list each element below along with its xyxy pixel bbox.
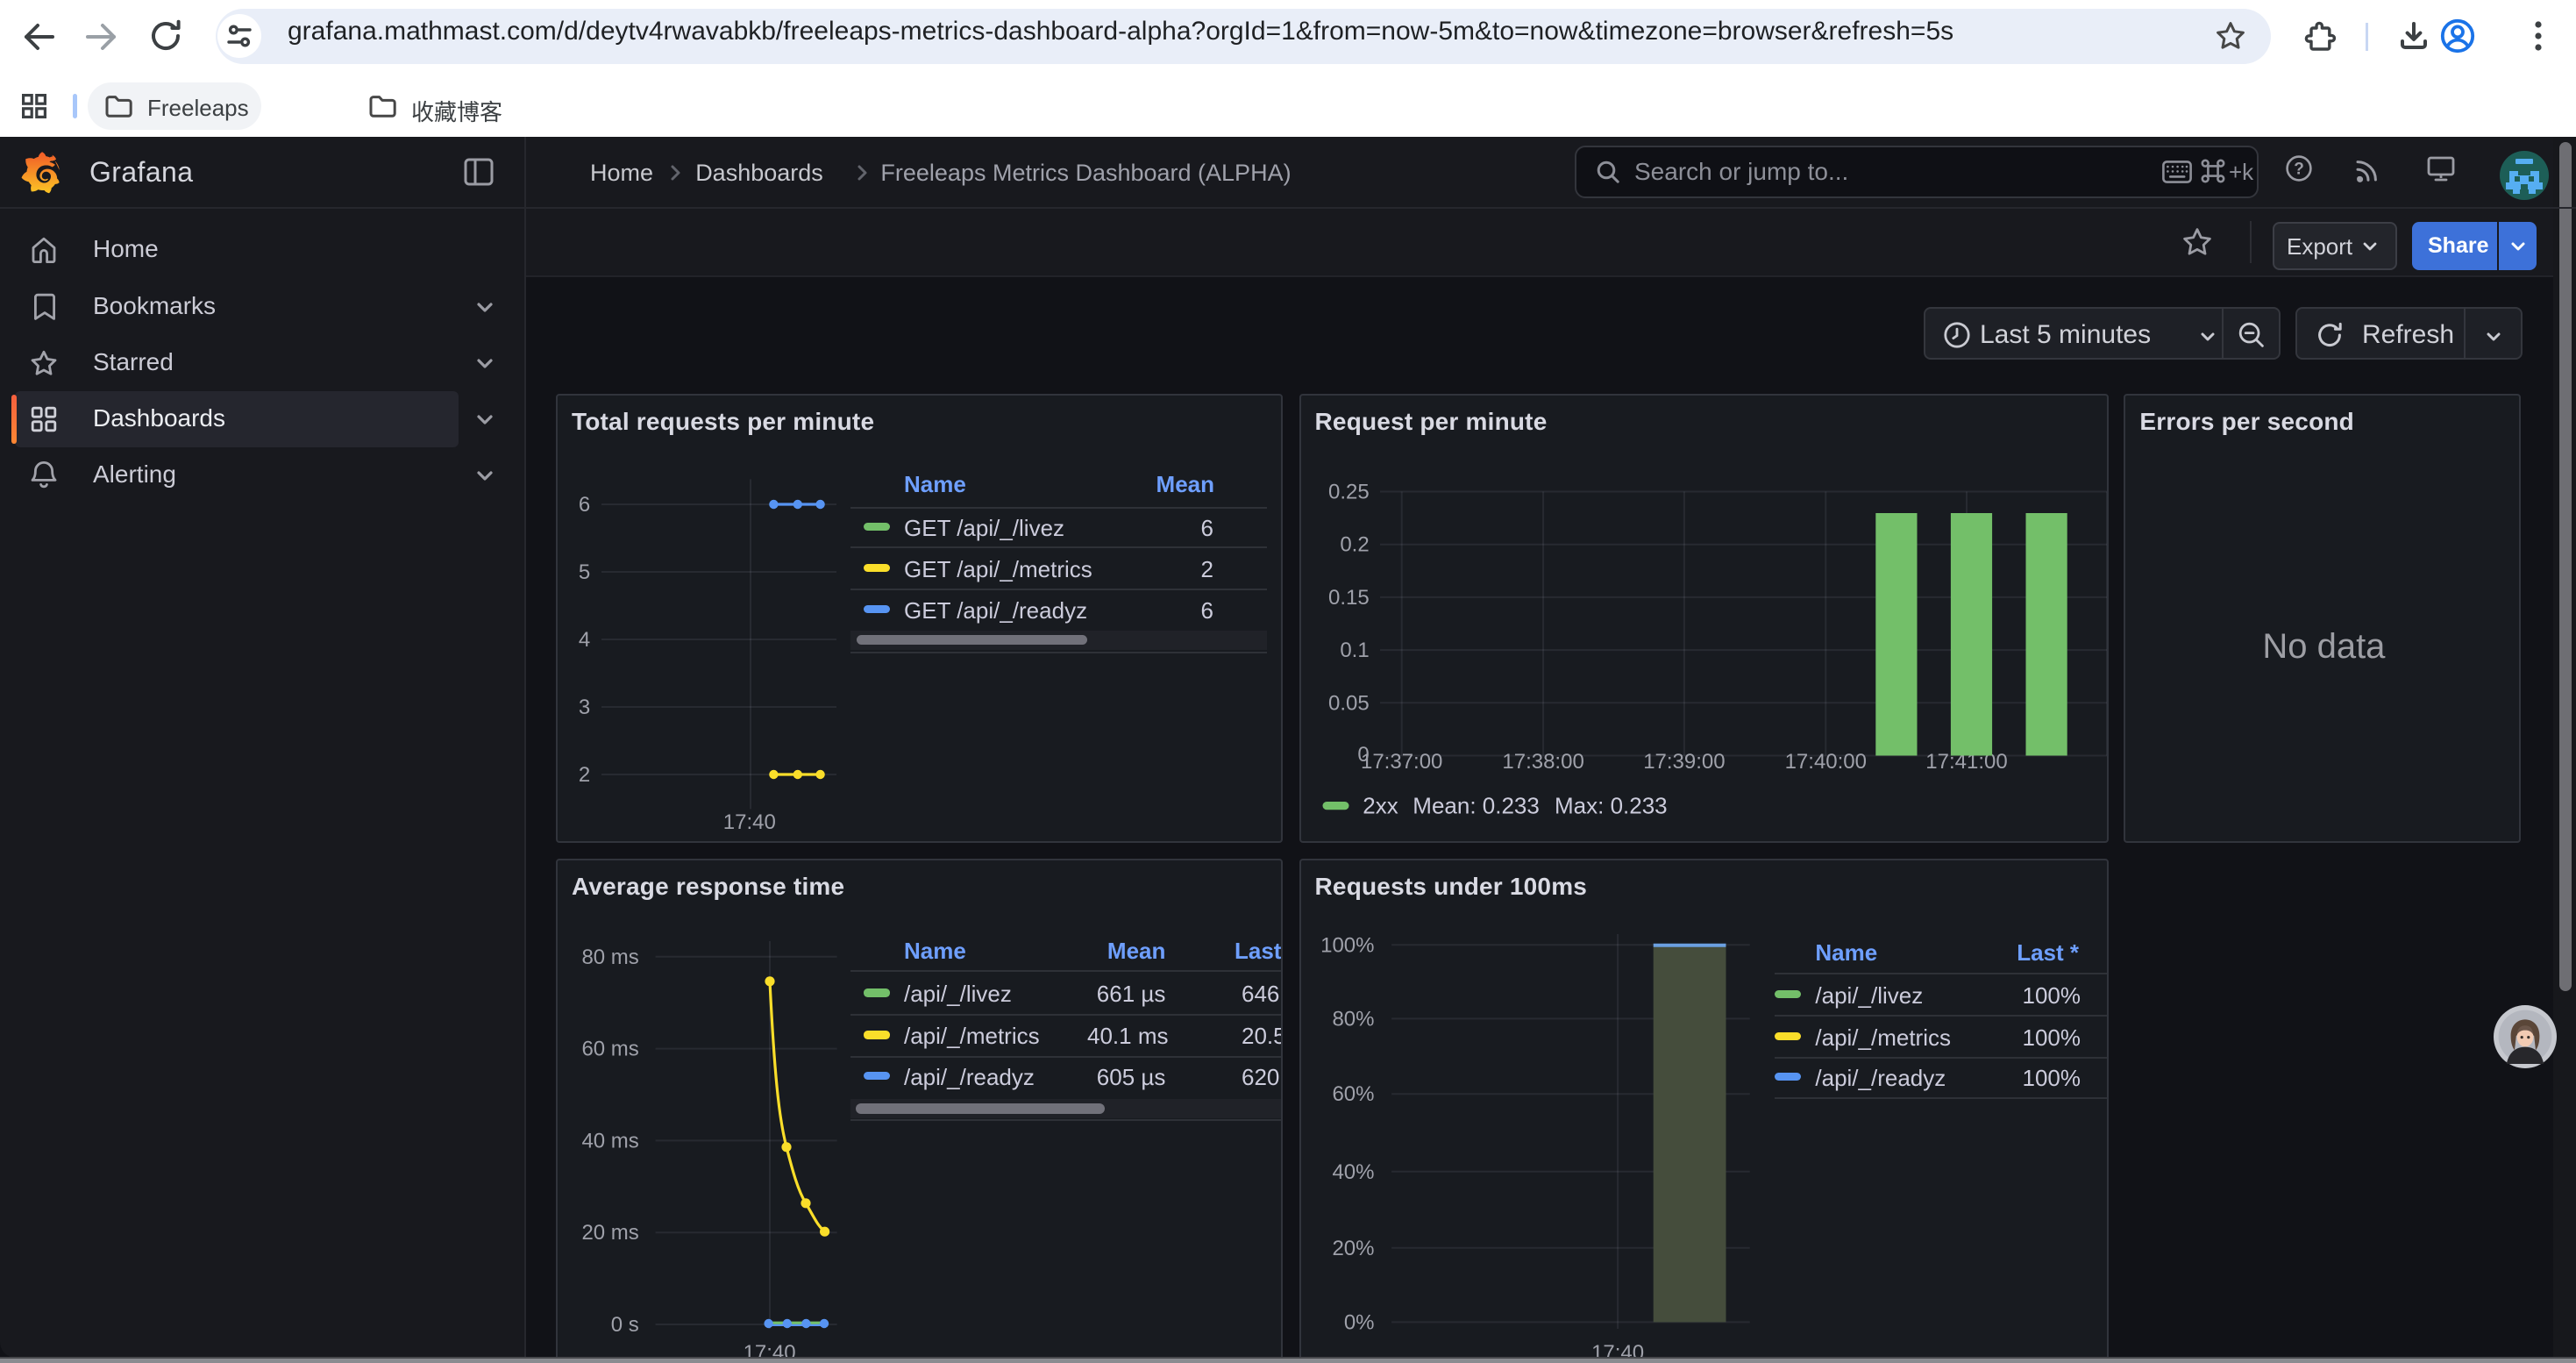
- svg-text:20%: 20%: [1332, 1237, 1374, 1260]
- svg-text:20 ms: 20 ms: [581, 1221, 638, 1245]
- svg-text:0.05: 0.05: [1327, 691, 1369, 715]
- svg-text:17:39:00: 17:39:00: [1643, 750, 1725, 774]
- svg-text:0.15: 0.15: [1327, 586, 1369, 610]
- svg-text:2: 2: [579, 763, 590, 787]
- svg-text:5: 5: [579, 560, 590, 584]
- svg-text:17:38:00: 17:38:00: [1502, 750, 1583, 774]
- svg-text:6: 6: [579, 493, 590, 517]
- svg-text:Max: 0.233: Max: 0.233: [1555, 793, 1668, 819]
- svg-text:4: 4: [579, 628, 590, 652]
- svg-text:0.25: 0.25: [1327, 481, 1369, 504]
- svg-text:60%: 60%: [1332, 1082, 1374, 1106]
- svg-text:0.1: 0.1: [1340, 639, 1369, 662]
- svg-text:3: 3: [579, 696, 590, 719]
- svg-text:2xx: 2xx: [1363, 793, 1398, 819]
- svg-text:17:37:00: 17:37:00: [1360, 750, 1441, 774]
- svg-text:Mean: 0.233: Mean: 0.233: [1413, 793, 1540, 819]
- svg-text:0%: 0%: [1343, 1311, 1374, 1335]
- svg-text:40%: 40%: [1332, 1160, 1374, 1184]
- svg-text:0.2: 0.2: [1340, 533, 1369, 557]
- svg-text:0 s: 0 s: [611, 1313, 639, 1337]
- svg-text:17:40:00: 17:40:00: [1784, 750, 1866, 774]
- svg-text:40 ms: 40 ms: [581, 1130, 638, 1153]
- svg-text:17:40: 17:40: [723, 810, 776, 834]
- svg-text:60 ms: 60 ms: [581, 1038, 638, 1061]
- svg-text:?: ?: [2294, 161, 2304, 179]
- svg-text:80%: 80%: [1332, 1008, 1374, 1031]
- svg-text:80 ms: 80 ms: [581, 946, 638, 969]
- svg-text:100%: 100%: [1320, 933, 1374, 957]
